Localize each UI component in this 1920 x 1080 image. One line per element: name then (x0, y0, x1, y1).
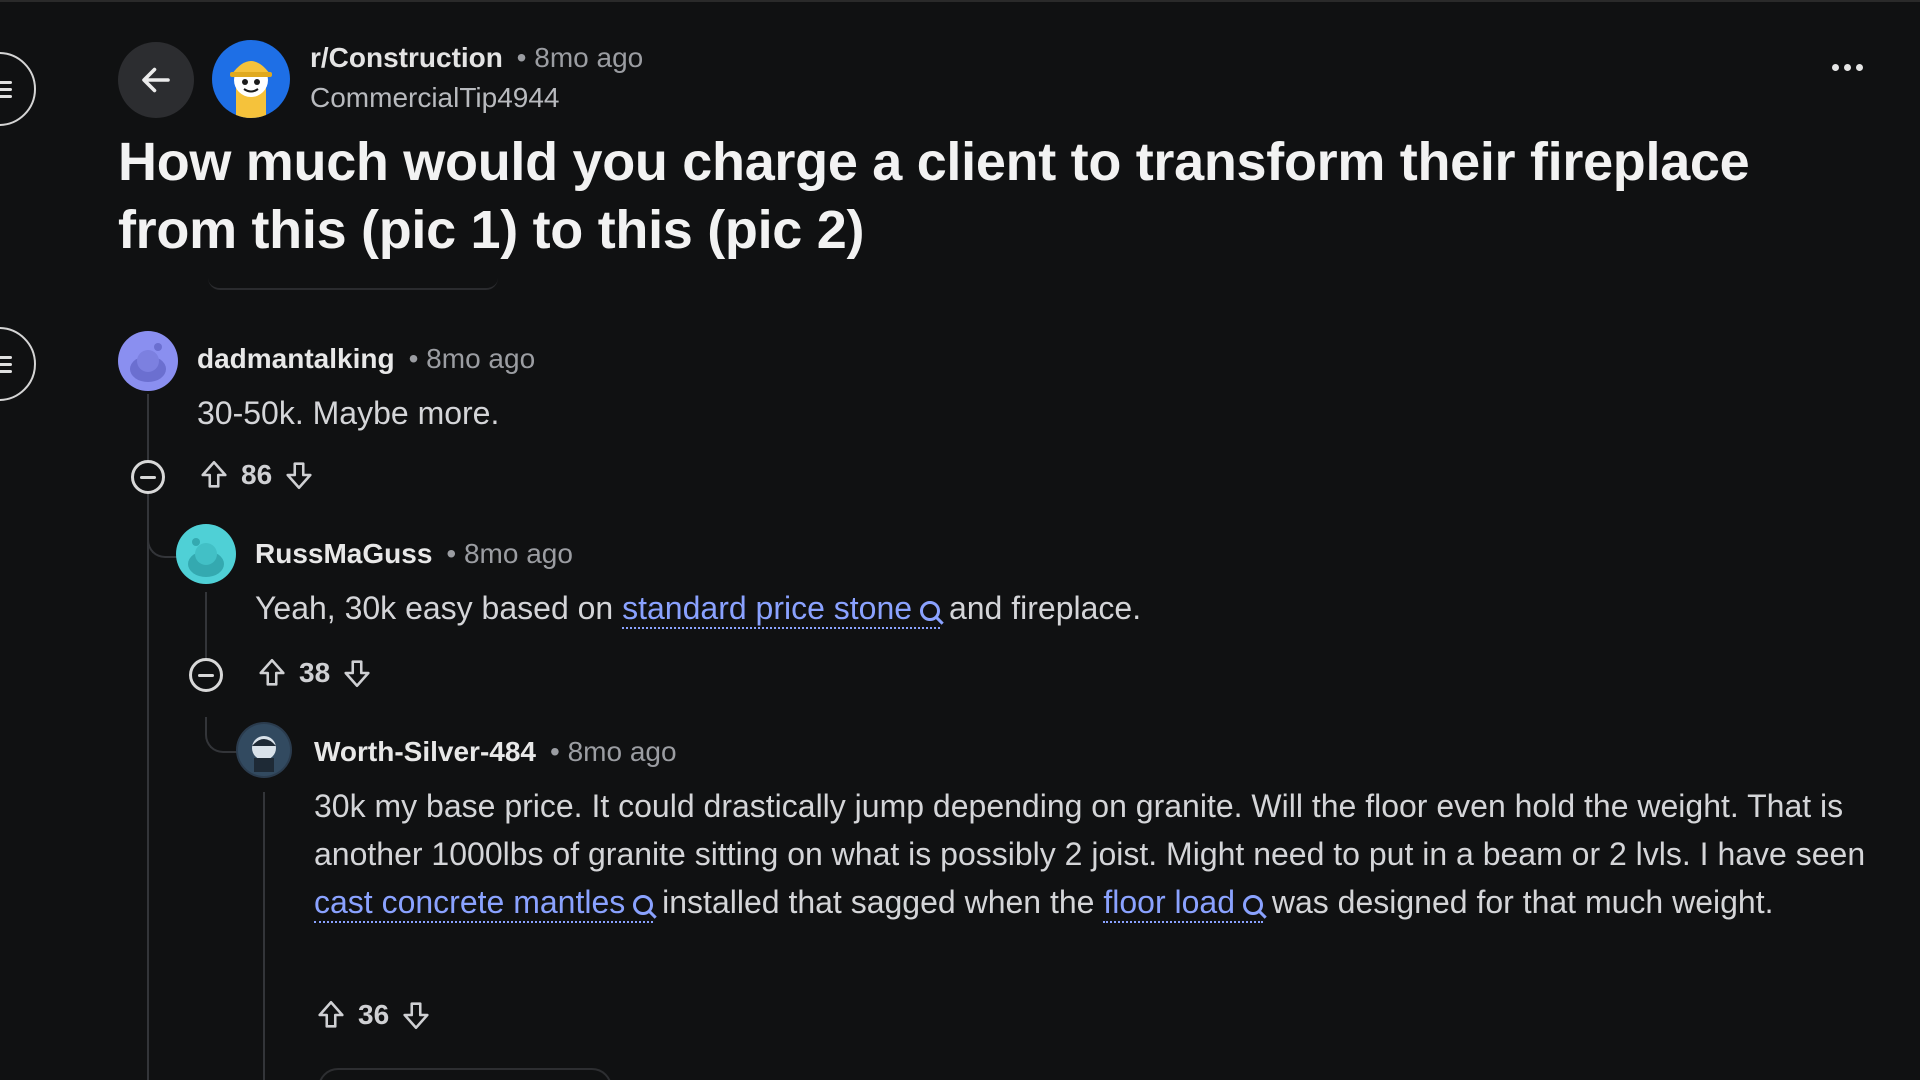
upvote-icon[interactable] (314, 997, 348, 1033)
search-icon (920, 601, 941, 621)
search-icon (1242, 895, 1263, 915)
vote-count: 86 (241, 459, 273, 490)
comment-body: 30k my base price. It could drastically … (314, 782, 1874, 926)
more-options-icon[interactable] (1832, 64, 1863, 71)
comment-time: • 8mo ago (408, 343, 536, 374)
collapse-icon[interactable] (131, 460, 165, 494)
menu-icon (0, 352, 12, 377)
vote-count: 36 (358, 999, 390, 1030)
comment-username[interactable]: RussMaGuss • 8mo ago (255, 538, 573, 570)
back-button[interactable] (118, 42, 194, 118)
comment-time: • 8mo ago (446, 538, 573, 569)
search-link[interactable]: floor load (1103, 884, 1263, 923)
vote-bar: 86 (197, 457, 316, 493)
vote-bar: 36 (314, 997, 433, 1033)
upvote-icon[interactable] (255, 655, 289, 691)
search-link[interactable]: standard price stone (622, 590, 941, 629)
more-replies-button[interactable] (318, 1068, 612, 1080)
comment-username[interactable]: dadmantalking • 8mo ago (197, 343, 535, 375)
comment-time: • 8mo ago (550, 736, 677, 767)
downvote-icon[interactable] (282, 457, 316, 493)
post-title[interactable]: How much would you charge a client to tr… (118, 128, 1858, 264)
avatar[interactable] (236, 722, 292, 778)
post-author[interactable]: CommercialTip4944 (310, 82, 560, 114)
comment-body: Yeah, 30k easy based on standard price s… (255, 584, 1141, 632)
thread-curve-level3 (205, 717, 239, 753)
post-time: • 8mo ago (516, 42, 644, 73)
search-icon (633, 895, 654, 915)
subreddit-name-line: r/Construction • 8mo ago (310, 42, 643, 74)
menu-icon (0, 77, 12, 102)
comment-body: 30-50k. Maybe more. (197, 395, 500, 431)
reddit-thread-view: r/Construction • 8mo ago CommercialTip49… (0, 0, 1920, 1080)
downvote-icon[interactable] (340, 655, 374, 691)
menu-button-middle[interactable] (0, 327, 36, 401)
vote-bar: 38 (255, 655, 374, 691)
downvote-icon[interactable] (399, 997, 433, 1033)
subreddit-link[interactable]: r/Construction (310, 42, 503, 73)
collapse-icon[interactable] (189, 658, 223, 692)
post-content-edge (208, 278, 498, 290)
upvote-icon[interactable] (197, 457, 231, 493)
avatar[interactable] (176, 524, 236, 584)
thread-line-level3[interactable] (263, 792, 265, 1080)
thread-curve-level2 (147, 522, 179, 558)
avatar[interactable] (118, 331, 178, 391)
menu-button-top[interactable] (0, 52, 36, 126)
back-arrow-icon (142, 67, 170, 93)
comment-username[interactable]: Worth-Silver-484 • 8mo ago (314, 736, 677, 768)
vote-count: 38 (299, 657, 331, 688)
thread-line-level1[interactable] (147, 394, 149, 1080)
subreddit-avatar[interactable] (212, 40, 290, 118)
search-link[interactable]: cast concrete mantles (314, 884, 654, 923)
